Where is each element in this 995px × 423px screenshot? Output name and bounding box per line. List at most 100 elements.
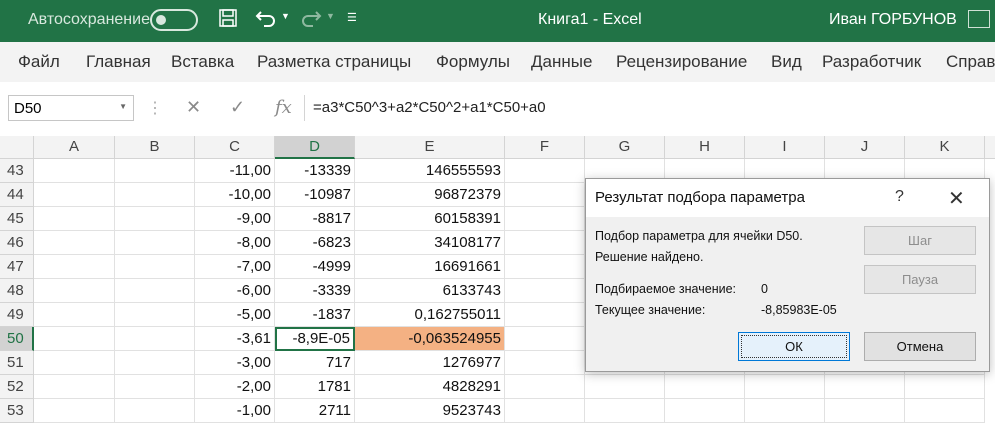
cell-b46[interactable] bbox=[115, 231, 195, 255]
cell-e45[interactable]: 60158391 bbox=[355, 207, 505, 231]
cell-c46[interactable]: -8,00 bbox=[195, 231, 275, 255]
autosave-toggle[interactable] bbox=[150, 9, 198, 31]
row-header[interactable]: 46 bbox=[0, 231, 34, 255]
cell-b48[interactable] bbox=[115, 279, 195, 303]
cell-a50[interactable] bbox=[34, 327, 115, 351]
cell-f43[interactable] bbox=[505, 159, 585, 183]
insert-function-icon[interactable]: fx bbox=[275, 97, 292, 118]
cell-c49[interactable]: -5,00 bbox=[195, 303, 275, 327]
cell-k53[interactable] bbox=[905, 399, 985, 423]
row-header[interactable]: 52 bbox=[0, 375, 34, 399]
cell-f46[interactable] bbox=[505, 231, 585, 255]
tab-formulas[interactable]: Формулы bbox=[436, 52, 510, 72]
cell-b50[interactable] bbox=[115, 327, 195, 351]
user-name[interactable]: Иван ГОРБУНОВ bbox=[829, 11, 957, 29]
cancel-icon[interactable]: ✕ bbox=[186, 97, 201, 118]
cell-f45[interactable] bbox=[505, 207, 585, 231]
cell-f48[interactable] bbox=[505, 279, 585, 303]
cell-a51[interactable] bbox=[34, 351, 115, 375]
tab-review[interactable]: Рецензирование bbox=[616, 52, 747, 72]
column-header-l[interactable] bbox=[985, 136, 995, 159]
cell-c50[interactable]: -3,61 bbox=[195, 327, 275, 351]
cell-d43[interactable]: -13339 bbox=[275, 159, 355, 183]
cell-b45[interactable] bbox=[115, 207, 195, 231]
column-header-b[interactable]: B bbox=[115, 136, 195, 159]
cell-a53[interactable] bbox=[34, 399, 115, 423]
cell-a47[interactable] bbox=[34, 255, 115, 279]
cell-c53[interactable]: -1,00 bbox=[195, 399, 275, 423]
cell-i53[interactable] bbox=[745, 399, 825, 423]
help-icon[interactable]: ? bbox=[895, 188, 904, 206]
cell-d50[interactable]: -8,9E-05 bbox=[275, 327, 355, 351]
cancel-button[interactable]: Отмена bbox=[864, 332, 976, 361]
formula-input[interactable]: =a3*C50^3+a2*C50^2+a1*C50+a0 bbox=[304, 95, 995, 121]
cell-b47[interactable] bbox=[115, 255, 195, 279]
tab-data[interactable]: Данные bbox=[531, 52, 592, 72]
cell-e46[interactable]: 34108177 bbox=[355, 231, 505, 255]
cell-d47[interactable]: -4999 bbox=[275, 255, 355, 279]
row-header[interactable]: 50 bbox=[0, 327, 34, 351]
undo-icon[interactable] bbox=[255, 8, 277, 33]
column-header-d[interactable]: D bbox=[275, 136, 355, 159]
cell-i52[interactable] bbox=[745, 375, 825, 399]
cell-e49[interactable]: 0,162755011 bbox=[355, 303, 505, 327]
cell-d51[interactable]: 717 bbox=[275, 351, 355, 375]
cell-d46[interactable]: -6823 bbox=[275, 231, 355, 255]
cell-k52[interactable] bbox=[905, 375, 985, 399]
cell-f52[interactable] bbox=[505, 375, 585, 399]
tab-home[interactable]: Главная bbox=[86, 52, 151, 72]
ribbon-display-icon[interactable] bbox=[968, 10, 990, 28]
cell-b49[interactable] bbox=[115, 303, 195, 327]
cell-d49[interactable]: -1837 bbox=[275, 303, 355, 327]
cell-d48[interactable]: -3339 bbox=[275, 279, 355, 303]
cell-f51[interactable] bbox=[505, 351, 585, 375]
save-icon[interactable] bbox=[218, 8, 238, 33]
cell-e53[interactable]: 9523743 bbox=[355, 399, 505, 423]
cell-f44[interactable] bbox=[505, 183, 585, 207]
cell-b51[interactable] bbox=[115, 351, 195, 375]
cell-c43[interactable]: -11,00 bbox=[195, 159, 275, 183]
cell-b53[interactable] bbox=[115, 399, 195, 423]
column-header-f[interactable]: F bbox=[505, 136, 585, 159]
cell-a44[interactable] bbox=[34, 183, 115, 207]
cell-e51[interactable]: 1276977 bbox=[355, 351, 505, 375]
column-header-c[interactable]: C bbox=[195, 136, 275, 159]
cell-c44[interactable]: -10,00 bbox=[195, 183, 275, 207]
name-box[interactable]: D50 ▼ bbox=[8, 95, 134, 121]
ok-button[interactable]: ОК bbox=[738, 332, 850, 361]
row-header[interactable]: 49 bbox=[0, 303, 34, 327]
column-header-k[interactable]: K bbox=[905, 136, 985, 159]
cell-e50[interactable]: -0,063524955 bbox=[355, 327, 505, 351]
qat-more-icon[interactable]: ☰ bbox=[347, 11, 357, 24]
tab-file[interactable]: Файл bbox=[18, 52, 60, 72]
cell-a45[interactable] bbox=[34, 207, 115, 231]
cell-a48[interactable] bbox=[34, 279, 115, 303]
cell-a43[interactable] bbox=[34, 159, 115, 183]
tab-insert[interactable]: Вставка bbox=[171, 52, 234, 72]
undo-dropdown-icon[interactable]: ▼ bbox=[281, 11, 290, 21]
column-header-j[interactable]: J bbox=[825, 136, 905, 159]
cell-f53[interactable] bbox=[505, 399, 585, 423]
column-header-e[interactable]: E bbox=[355, 136, 505, 159]
row-header[interactable]: 43 bbox=[0, 159, 34, 183]
cell-c51[interactable]: -3,00 bbox=[195, 351, 275, 375]
cell-e44[interactable]: 96872379 bbox=[355, 183, 505, 207]
cell-b44[interactable] bbox=[115, 183, 195, 207]
cell-b43[interactable] bbox=[115, 159, 195, 183]
cell-a46[interactable] bbox=[34, 231, 115, 255]
cell-e48[interactable]: 6133743 bbox=[355, 279, 505, 303]
select-all-corner[interactable] bbox=[0, 136, 34, 159]
cell-d44[interactable]: -10987 bbox=[275, 183, 355, 207]
cell-e43[interactable]: 146555593 bbox=[355, 159, 505, 183]
column-header-a[interactable]: A bbox=[34, 136, 115, 159]
tab-page-layout[interactable]: Разметка страницы bbox=[257, 52, 411, 72]
cell-g53[interactable] bbox=[585, 399, 665, 423]
cell-h52[interactable] bbox=[665, 375, 745, 399]
row-header[interactable]: 44 bbox=[0, 183, 34, 207]
tab-help[interactable]: Справ bbox=[946, 52, 995, 72]
cell-e47[interactable]: 16691661 bbox=[355, 255, 505, 279]
column-header-h[interactable]: H bbox=[665, 136, 745, 159]
cell-h53[interactable] bbox=[665, 399, 745, 423]
cell-j53[interactable] bbox=[825, 399, 905, 423]
column-header-g[interactable]: G bbox=[585, 136, 665, 159]
